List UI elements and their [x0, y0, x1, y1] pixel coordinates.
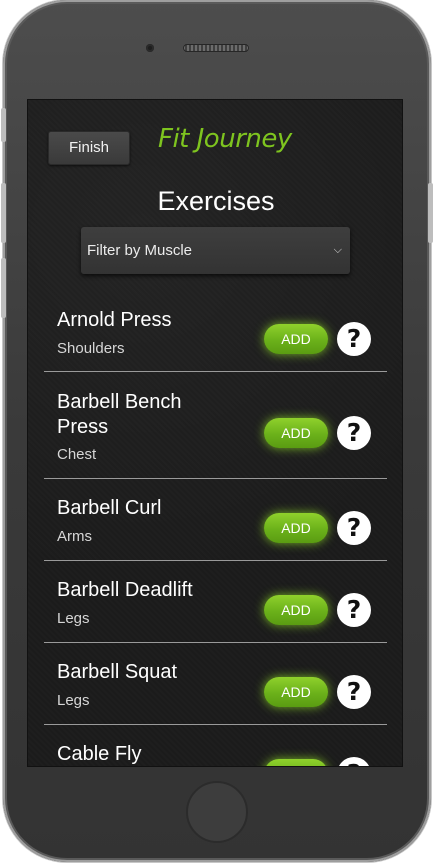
app-logo: Fit Journey — [158, 124, 292, 154]
exercise-row: Barbell Deadlift Legs ADD ? — [44, 561, 387, 643]
muscle-filter-select[interactable]: Filter by Muscle ⌵ — [81, 227, 350, 274]
earpiece-speaker — [183, 44, 249, 52]
add-exercise-button[interactable]: ADD — [264, 595, 328, 625]
page-title: Exercises — [157, 186, 275, 216]
exercise-name: Arnold Press — [57, 309, 172, 331]
help-icon[interactable]: ? — [337, 511, 371, 545]
add-exercise-button[interactable]: ADD — [264, 324, 328, 354]
volume-up-button — [1, 183, 6, 243]
exercise-name: Barbell Deadlift — [57, 579, 193, 601]
exercise-name: Barbell Bench Press — [57, 391, 182, 438]
exercise-muscle-group: Legs — [57, 610, 90, 627]
exercise-name: Cable Fly — [57, 743, 142, 765]
add-exercise-button[interactable]: ADD — [264, 677, 328, 707]
exercise-row: Barbell Bench Press Chest ADD ? — [44, 372, 387, 479]
exercise-name: Barbell Curl — [57, 497, 162, 519]
finish-button[interactable]: Finish — [48, 131, 130, 165]
add-exercise-button[interactable]: ADD — [264, 513, 328, 543]
help-icon[interactable]: ? — [337, 675, 371, 709]
add-exercise-button[interactable]: ADD — [264, 759, 328, 766]
exercise-list: Arnold Press Shoulders ADD ? Barbell Ben… — [44, 300, 387, 766]
app-screen: Finish Fit Journey Exercises Filter by M… — [27, 99, 403, 767]
exercise-muscle-group: Shoulders — [57, 340, 125, 357]
exercise-muscle-group: Arms — [57, 528, 92, 545]
muscle-filter-value: Filter by Muscle — [87, 242, 193, 259]
front-camera — [146, 44, 154, 52]
volume-down-button — [1, 258, 6, 318]
exercise-row: Cable Fly ADD ? — [44, 725, 387, 766]
exercise-name: Barbell Squat — [57, 661, 178, 683]
help-icon[interactable]: ? — [337, 416, 371, 450]
exercise-muscle-group: Legs — [57, 692, 90, 709]
help-icon[interactable]: ? — [337, 322, 371, 356]
exercise-muscle-group: Chest — [57, 446, 97, 463]
exercise-row: Barbell Squat Legs ADD ? — [44, 643, 387, 725]
power-button — [428, 183, 433, 243]
mute-switch — [1, 108, 6, 142]
exercise-row: Barbell Curl Arms ADD ? — [44, 479, 387, 561]
exercise-row: Arnold Press Shoulders ADD ? — [44, 300, 387, 372]
home-button[interactable] — [186, 781, 248, 843]
chevron-down-icon: ⌵ — [333, 244, 342, 256]
add-exercise-button[interactable]: ADD — [264, 418, 328, 448]
help-icon[interactable]: ? — [337, 593, 371, 627]
help-icon[interactable]: ? — [337, 757, 371, 766]
